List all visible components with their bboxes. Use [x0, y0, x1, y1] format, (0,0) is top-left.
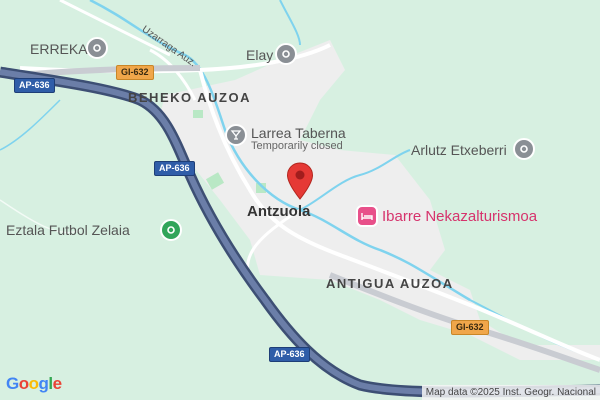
place-status-larrea: Temporarily closed: [251, 140, 343, 152]
river: [279, 0, 301, 46]
shield-ap636-top: AP-636: [14, 78, 55, 93]
map-attribution[interactable]: Map data ©2025 Inst. Geogr. Nacional: [421, 385, 600, 400]
park-patch: [193, 110, 203, 118]
urban-area: [160, 40, 600, 360]
river: [0, 99, 61, 151]
town-label-antzuola[interactable]: Antzuola: [247, 204, 310, 219]
map-canvas[interactable]: BEHEKO AUZOA ANTIGUA AUZOA Uzarraga Auz.…: [0, 0, 600, 400]
place-label-arlutz[interactable]: Arlutz Etxeberri: [411, 143, 507, 157]
place-icon[interactable]: [275, 43, 297, 65]
park-icon-glyph: [167, 226, 175, 234]
cocktail-glass-glyph: [230, 130, 242, 140]
google-logo: Google: [6, 374, 62, 393]
place-label-ibarre[interactable]: Ibarre Nekazalturismoa: [382, 209, 537, 224]
shield-ap636-bottom: AP-636: [269, 347, 310, 362]
place-icon-glyph: [93, 44, 101, 52]
place-icon[interactable]: [86, 37, 108, 59]
shield-gi632-right: GI-632: [451, 320, 489, 335]
place-label-eztala[interactable]: Eztala Futbol Zelaia: [6, 223, 130, 237]
area-label-antigua: ANTIGUA AUZOA: [326, 276, 454, 291]
bar-icon[interactable]: [225, 124, 247, 146]
area-label-beheko: BEHEKO AUZOA: [128, 90, 251, 105]
shield-gi632-top: GI-632: [116, 65, 154, 80]
place-icon-glyph: [282, 50, 290, 58]
bed-glyph: [361, 213, 373, 220]
place-label-erreka[interactable]: ERREKA: [30, 42, 88, 56]
park-icon[interactable]: [160, 219, 182, 241]
place-label-elay[interactable]: Elay: [246, 48, 273, 62]
place-icon-glyph: [520, 145, 528, 153]
place-icon[interactable]: [513, 138, 535, 160]
place-label-larrea[interactable]: Larrea Taberna: [251, 126, 346, 140]
map-base-layer: [0, 0, 600, 398]
hotel-icon[interactable]: [356, 205, 378, 227]
shield-ap636-mid: AP-636: [154, 161, 195, 176]
location-pin-icon[interactable]: [286, 162, 314, 200]
